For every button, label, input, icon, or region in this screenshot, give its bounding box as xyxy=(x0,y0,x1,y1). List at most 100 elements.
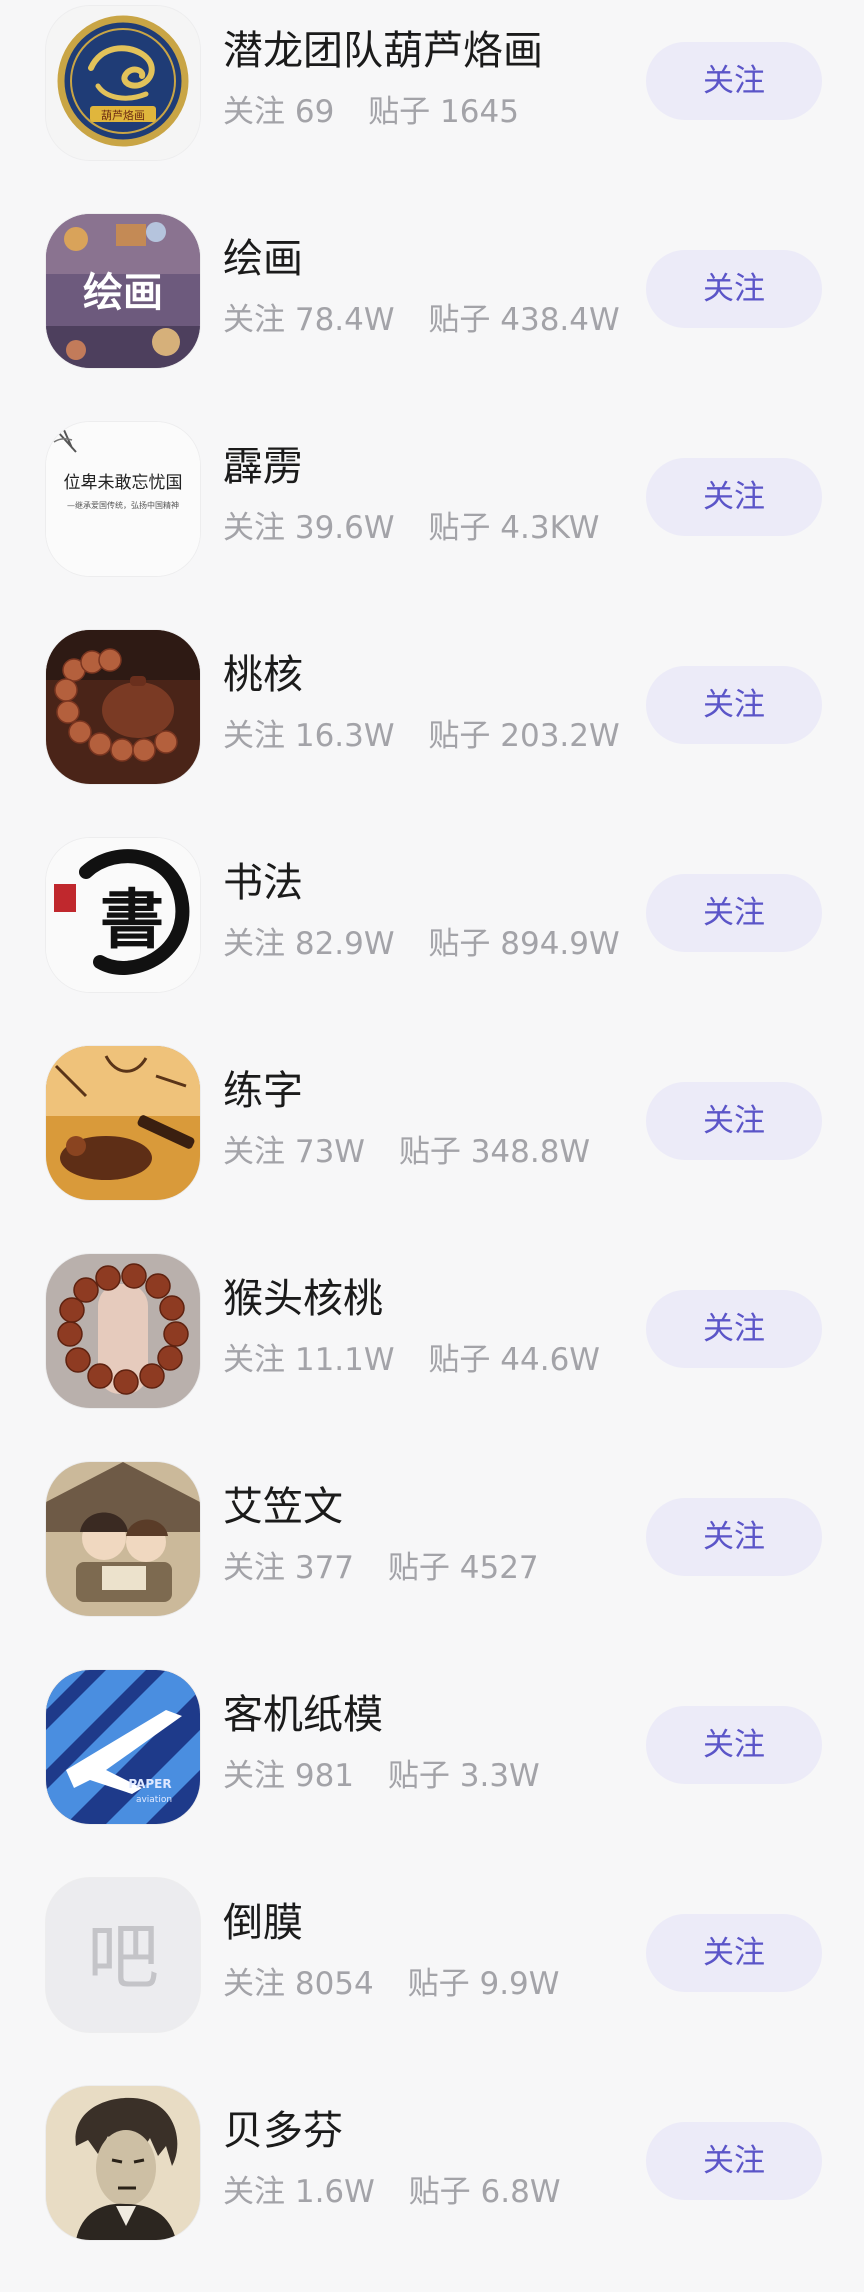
follow-button[interactable]: 关注 xyxy=(646,1914,822,1992)
anime-characters-icon xyxy=(46,1462,200,1616)
community-avatar[interactable] xyxy=(46,1254,200,1408)
posts-label: 贴子 xyxy=(428,302,491,338)
community-avatar[interactable]: 葫芦烙画 xyxy=(46,6,200,160)
follow-button[interactable]: 关注 xyxy=(646,1498,822,1576)
paper-airplane-icon: PAPER aviation xyxy=(46,1670,200,1824)
follow-button[interactable]: 关注 xyxy=(646,874,822,952)
list-item-community[interactable]: 艾笠文 关注 377 贴子 4527 关注 xyxy=(0,1460,864,1668)
list-item-community[interactable]: 贝多芬 关注 1.6W 贴子 6.8W 关注 xyxy=(0,2084,864,2292)
ink-writing-icon xyxy=(46,1046,200,1200)
list-item-community[interactable]: 绘画 绘画 关注 78.4W 贴子 438.4W 关注 xyxy=(0,212,864,420)
followers-count: 1.6W xyxy=(294,2174,375,2210)
community-name[interactable]: 书法 xyxy=(223,858,303,908)
community-name[interactable]: 猴头核桃 xyxy=(223,1274,383,1324)
svg-text:書: 書 xyxy=(100,883,164,958)
painting-collage-icon: 绘画 xyxy=(46,214,200,368)
community-avatar[interactable]: 位卑未敢忘忧国 —继承爱国传统，弘扬中国精神 xyxy=(46,422,200,576)
community-name[interactable]: 练字 xyxy=(223,1066,303,1116)
followers-count: 16.3W xyxy=(294,718,395,754)
follow-button[interactable]: 关注 xyxy=(646,1082,822,1160)
community-avatar[interactable]: 書 xyxy=(46,838,200,992)
svg-text:绘画: 绘画 xyxy=(83,270,163,316)
list-item-community[interactable]: 葫芦烙画 潜龙团队葫芦烙画 关注 69 贴子 1645 关注 xyxy=(0,4,864,212)
posts-count: 9.9W xyxy=(479,1966,560,2002)
follow-button[interactable]: 关注 xyxy=(646,2122,822,2200)
posts-count: 3.3W xyxy=(459,1758,540,1794)
community-name[interactable]: 客机纸模 xyxy=(223,1690,383,1740)
list-item-community[interactable]: 吧 倒膜 关注 8054 贴子 9.9W 关注 xyxy=(0,1876,864,2084)
followers-count: 73W xyxy=(294,1134,365,1170)
posts-label: 贴子 xyxy=(387,1758,450,1794)
community-stats: 关注 8054 贴子 9.9W xyxy=(223,1964,559,2004)
followers-count: 82.9W xyxy=(294,926,395,962)
posts-label: 贴子 xyxy=(368,94,431,130)
community-stats: 关注 78.4W 贴子 438.4W xyxy=(223,300,620,340)
svg-text:aviation: aviation xyxy=(136,1795,172,1805)
posts-count: 348.8W xyxy=(470,1134,591,1170)
svg-text:位卑未敢忘忧国: 位卑未敢忘忧国 xyxy=(64,473,183,493)
calligraphy-brush-icon: 書 xyxy=(46,838,200,992)
followers-count: 377 xyxy=(294,1550,355,1586)
followers-label: 关注 xyxy=(223,2174,285,2210)
community-name[interactable]: 艾笠文 xyxy=(223,1482,343,1532)
bead-teapot-icon xyxy=(46,630,200,784)
community-stats: 关注 981 贴子 3.3W xyxy=(223,1756,540,1796)
posts-label: 贴子 xyxy=(428,926,491,962)
followers-label: 关注 xyxy=(223,1134,285,1170)
followers-label: 关注 xyxy=(223,1342,285,1378)
community-name[interactable]: 绘画 xyxy=(223,234,303,284)
posts-count: 438.4W xyxy=(500,302,620,338)
followers-label: 关注 xyxy=(223,510,285,546)
community-avatar[interactable]: 吧 xyxy=(46,1878,200,2032)
list-item-community[interactable]: 练字 关注 73W 贴子 348.8W 关注 xyxy=(0,1044,864,1252)
community-name[interactable]: 倒膜 xyxy=(223,1898,303,1948)
list-item-community[interactable]: PAPER aviation 客机纸模 关注 981 贴子 3.3W 关注 xyxy=(0,1668,864,1876)
community-stats: 关注 1.6W 贴子 6.8W xyxy=(223,2172,560,2212)
list-item-community[interactable]: 猴头核桃 关注 11.1W 贴子 44.6W 关注 xyxy=(0,1252,864,1460)
svg-text:葫芦烙画: 葫芦烙画 xyxy=(101,108,145,122)
posts-count: 4.3KW xyxy=(500,510,600,546)
community-avatar[interactable] xyxy=(46,630,200,784)
community-avatar[interactable]: PAPER aviation xyxy=(46,1670,200,1824)
community-stats: 关注 16.3W 贴子 203.2W xyxy=(223,716,620,756)
dragon-emblem-icon: 葫芦烙画 xyxy=(46,6,200,160)
follow-button[interactable]: 关注 xyxy=(646,458,822,536)
posts-label: 贴子 xyxy=(428,510,491,546)
community-stats: 关注 69 贴子 1645 xyxy=(223,92,519,132)
community-avatar[interactable] xyxy=(46,2086,200,2240)
community-stats: 关注 377 贴子 4527 xyxy=(223,1548,539,1588)
svg-text:吧: 吧 xyxy=(87,1915,159,1999)
followers-count: 981 xyxy=(294,1758,355,1794)
community-stats: 关注 39.6W 贴子 4.3KW xyxy=(223,508,599,548)
posts-count: 894.9W xyxy=(500,926,620,962)
community-avatar[interactable] xyxy=(46,1462,200,1616)
followers-count: 39.6W xyxy=(294,510,395,546)
posts-count: 1645 xyxy=(440,94,519,130)
posts-label: 贴子 xyxy=(387,1550,450,1586)
community-name[interactable]: 桃核 xyxy=(223,650,303,700)
followers-label: 关注 xyxy=(223,302,285,338)
followers-count: 8054 xyxy=(294,1966,374,2002)
follow-button[interactable]: 关注 xyxy=(646,1706,822,1784)
svg-text:PAPER: PAPER xyxy=(128,1777,171,1791)
community-name[interactable]: 贝多芬 xyxy=(223,2106,343,2156)
follow-button[interactable]: 关注 xyxy=(646,1290,822,1368)
posts-label: 贴子 xyxy=(428,718,491,754)
list-item-community[interactable]: 位卑未敢忘忧国 —继承爱国传统，弘扬中国精神 霹雳 关注 39.6W 贴子 4.… xyxy=(0,420,864,628)
list-item-community[interactable]: 桃核 关注 16.3W 贴子 203.2W 关注 xyxy=(0,628,864,836)
followers-label: 关注 xyxy=(223,926,285,962)
followers-count: 11.1W xyxy=(294,1342,395,1378)
followers-label: 关注 xyxy=(223,1550,285,1586)
follow-button[interactable]: 关注 xyxy=(646,42,822,120)
follow-button[interactable]: 关注 xyxy=(646,250,822,328)
community-name[interactable]: 潜龙团队葫芦烙画 xyxy=(223,26,543,76)
followers-label: 关注 xyxy=(223,718,285,754)
community-avatar[interactable] xyxy=(46,1046,200,1200)
community-name[interactable]: 霹雳 xyxy=(223,442,303,492)
followers-label: 关注 xyxy=(223,1966,285,2002)
followers-count: 69 xyxy=(294,94,335,130)
community-avatar[interactable]: 绘画 xyxy=(46,214,200,368)
list-item-community[interactable]: 書 书法 关注 82.9W 贴子 894.9W 关注 xyxy=(0,836,864,1044)
posts-label: 贴子 xyxy=(407,1966,470,2002)
follow-button[interactable]: 关注 xyxy=(646,666,822,744)
